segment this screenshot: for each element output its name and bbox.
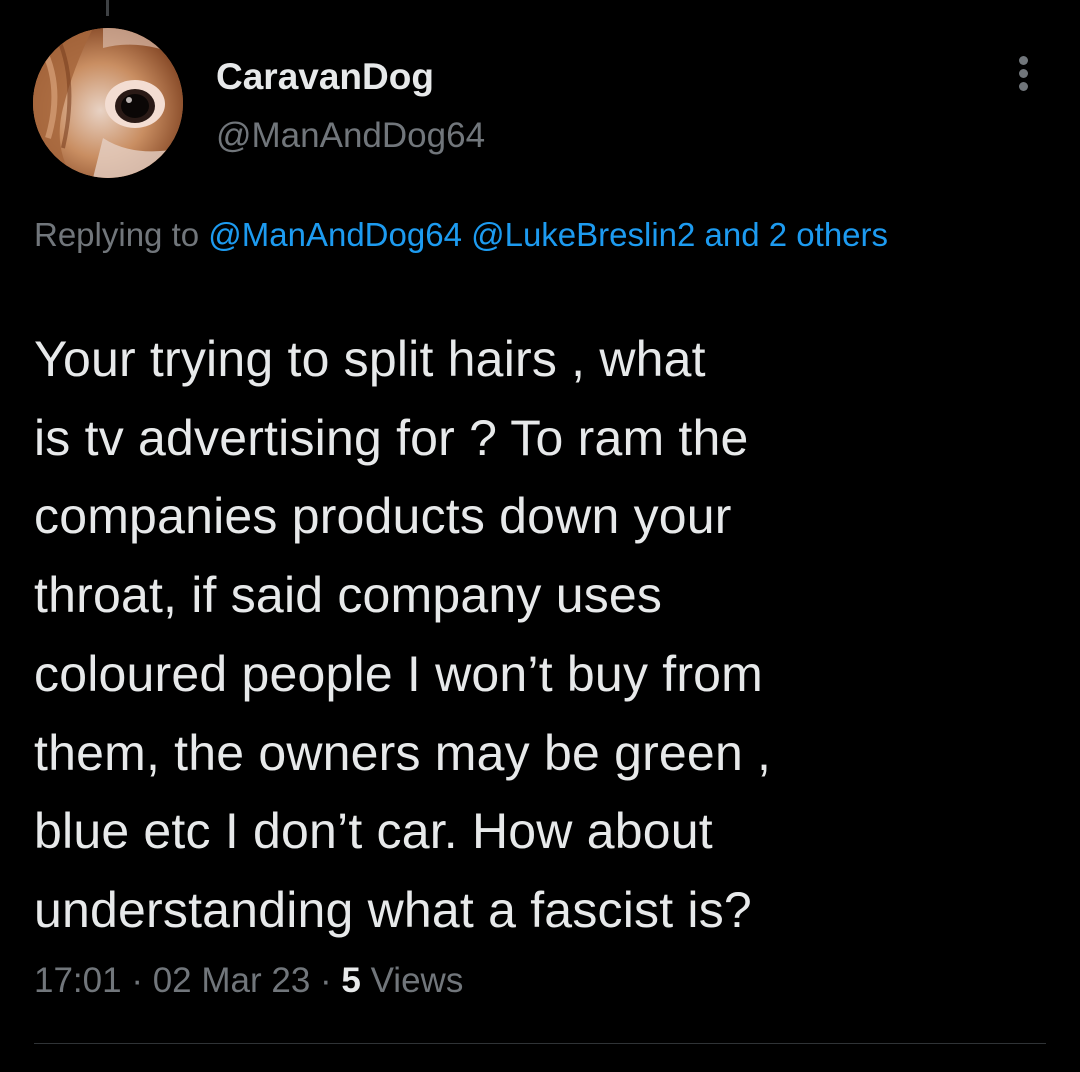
tweet-text-line: Your trying to split hairs , what xyxy=(34,331,706,387)
tweet-date[interactable]: 02 Mar 23 xyxy=(153,961,311,1000)
others-link[interactable]: and 2 others xyxy=(705,216,888,253)
meta-separator: · xyxy=(121,961,153,1000)
avatar[interactable] xyxy=(33,28,183,178)
dog-photo-avatar-icon xyxy=(33,28,183,178)
views-count[interactable]: 5 xyxy=(341,961,360,1000)
tweet-text-line: throat, if said company uses xyxy=(34,567,663,624)
tweet-text-line: blue etc I don’t car. How about xyxy=(34,803,713,860)
views-label[interactable]: Views xyxy=(361,961,464,1000)
author-handle[interactable]: @ManAndDog64 xyxy=(216,116,485,156)
tweet-text-line: coloured people I won’t buy from xyxy=(34,645,764,702)
divider xyxy=(34,1043,1046,1044)
meta-separator: · xyxy=(310,961,342,1000)
mention-link[interactable]: @LukeBreslin2 xyxy=(471,216,695,253)
tweet-text: Your trying to split hairs , what is tv … xyxy=(34,320,1044,950)
tweet-meta: 17:01 · 02 Mar 23 · 5 Views xyxy=(34,961,463,1001)
tweet-text-line: is tv advertising for ? To ram the xyxy=(34,409,749,466)
replying-to-label: Replying to xyxy=(34,216,209,253)
tweet-time[interactable]: 17:01 xyxy=(34,961,122,1000)
replying-to-line: Replying to @ManAndDog64 @LukeBreslin2 a… xyxy=(34,210,1034,260)
tweet-text-line: companies products down your xyxy=(34,488,732,545)
author-display-name[interactable]: CaravanDog xyxy=(216,56,434,98)
tweet-text-line: understanding what a fascist is? xyxy=(34,881,752,938)
more-options-button[interactable] xyxy=(1004,50,1044,96)
mention-link[interactable]: @ManAndDog64 xyxy=(208,216,462,253)
tweet-text-line: them, the owners may be green , xyxy=(34,724,772,781)
thread-connector-line xyxy=(106,0,109,16)
